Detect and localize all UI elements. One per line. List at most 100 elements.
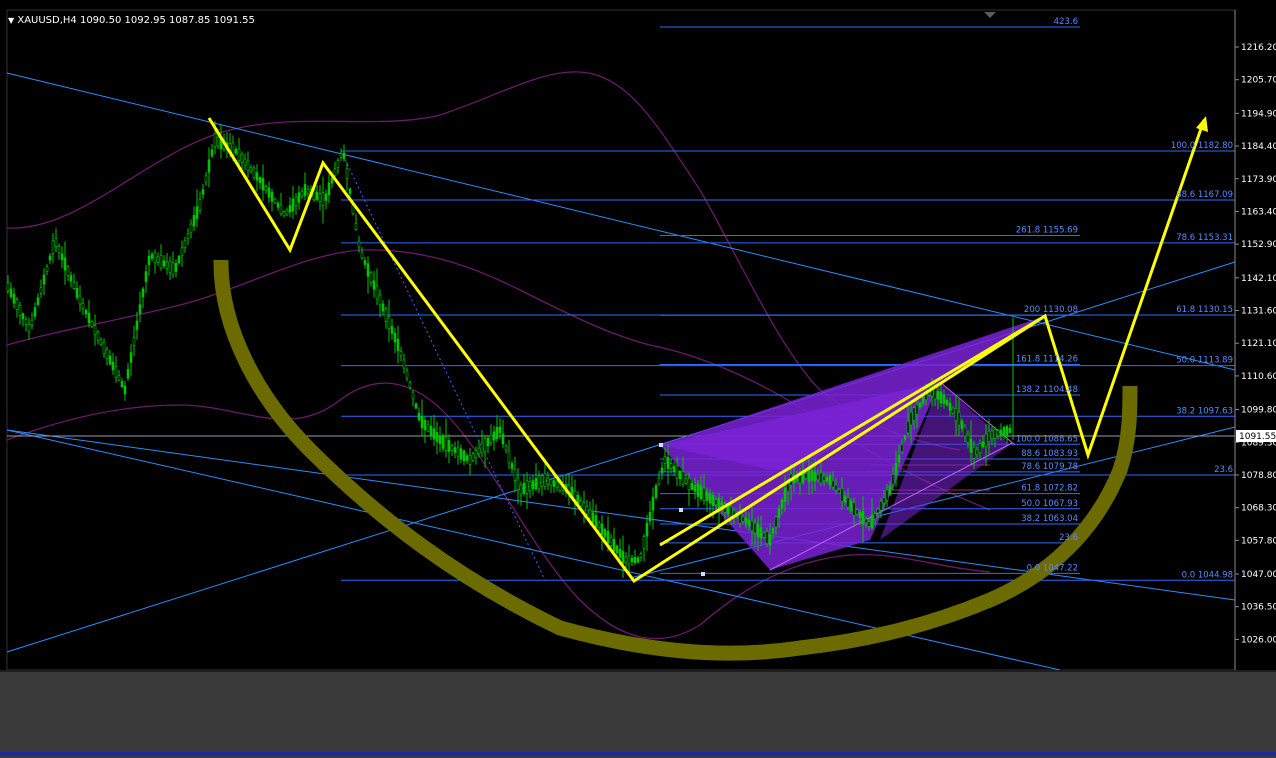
candle	[906, 420, 910, 434]
candle	[771, 528, 775, 534]
candle	[408, 382, 412, 388]
candle	[918, 402, 922, 408]
candle	[39, 287, 43, 294]
candle	[6, 282, 10, 292]
candle	[936, 391, 940, 400]
candle	[900, 443, 904, 453]
candle	[459, 448, 463, 460]
candle	[399, 351, 403, 356]
candle	[849, 500, 853, 512]
candle	[708, 493, 712, 504]
candle	[36, 297, 40, 305]
candle	[768, 534, 772, 546]
candle	[528, 480, 532, 492]
candle	[813, 471, 817, 482]
candle	[45, 266, 49, 272]
candle	[612, 539, 616, 552]
candle	[687, 477, 691, 491]
candle	[861, 511, 865, 525]
candle	[945, 400, 949, 406]
symbol-header: ▼ XAUUSD,H4 1090.50 1092.95 1087.85 1091…	[8, 15, 255, 26]
candle	[609, 537, 613, 546]
candle	[276, 202, 280, 208]
candle	[486, 437, 490, 447]
candle	[270, 191, 274, 202]
candle	[348, 188, 352, 194]
candle	[654, 485, 658, 498]
candle	[534, 477, 538, 490]
candle	[195, 206, 199, 220]
candle	[468, 455, 472, 465]
candle	[291, 198, 295, 212]
candle	[9, 288, 13, 298]
candle	[741, 516, 745, 522]
price-chart[interactable]: 100.0 1182.80 88.6 1167.09 78.6 1153.31 61.…	[0, 0, 1276, 756]
candle	[756, 523, 760, 538]
chart-window[interactable]: 100.0 1182.80 88.6 1167.09 78.6 1153.31 61.…	[0, 0, 1276, 758]
candle	[417, 412, 421, 421]
fib-label-mid: 161.8 1114.26	[1016, 355, 1078, 365]
candle	[180, 247, 184, 257]
candle	[321, 192, 325, 206]
axis-tick-label: 1026.00	[1241, 635, 1276, 645]
candle	[15, 299, 19, 310]
fib-top-label: 423.6	[1054, 17, 1078, 27]
candle	[690, 482, 694, 490]
candle	[651, 496, 655, 511]
axis-tick-label: 1078.80	[1241, 471, 1276, 481]
pattern-point-icon	[701, 572, 705, 576]
candle	[594, 515, 598, 528]
candle	[453, 447, 457, 453]
candle	[21, 313, 25, 320]
candle	[300, 191, 304, 197]
candle	[963, 426, 967, 437]
candle	[975, 449, 979, 455]
candle	[588, 509, 592, 519]
candle	[684, 478, 688, 484]
candle	[426, 424, 430, 432]
candle	[672, 466, 676, 472]
candle	[642, 536, 646, 550]
axis-tick-label: 1184.40	[1241, 142, 1276, 152]
price-axis: 1216.20 1205.70 1194.90 1184.40 1173.90 1163.…	[1234, 10, 1276, 670]
candle	[315, 191, 319, 201]
candle	[318, 193, 322, 202]
candle	[969, 438, 973, 453]
fib-label-mid: 100.0 1088.65	[1016, 434, 1078, 444]
candle	[891, 473, 895, 486]
axis-tick-label: 1205.70	[1241, 76, 1276, 86]
chevron-down-icon[interactable]: ▼	[8, 16, 14, 25]
candle	[681, 471, 685, 485]
candle	[648, 511, 652, 522]
candle	[879, 500, 883, 511]
candle	[81, 303, 85, 309]
candle	[696, 483, 700, 498]
candle	[921, 397, 925, 404]
candle	[240, 154, 244, 163]
axis-tick-label: 1152.90	[1241, 240, 1276, 250]
candle	[84, 309, 88, 315]
candle	[249, 167, 253, 172]
candle	[639, 553, 643, 558]
candle	[960, 420, 964, 429]
axis-tick-label: 1068.30	[1241, 504, 1276, 514]
candle	[264, 186, 268, 191]
candle	[636, 557, 640, 563]
candle	[186, 233, 190, 239]
candle	[303, 184, 307, 196]
candle	[501, 433, 505, 445]
candle	[912, 407, 916, 421]
candle	[201, 189, 205, 195]
candle	[381, 303, 385, 312]
candle	[246, 160, 250, 171]
candle	[282, 211, 286, 217]
candle	[711, 494, 715, 506]
candle	[297, 192, 301, 203]
fib-label-right: 88.6 1167.09	[1176, 190, 1233, 200]
candle	[474, 449, 478, 459]
candle	[162, 260, 166, 267]
candle	[108, 355, 112, 365]
candle	[372, 280, 376, 290]
candle	[966, 434, 970, 443]
axis-tick-label: 1047.00	[1241, 570, 1276, 580]
